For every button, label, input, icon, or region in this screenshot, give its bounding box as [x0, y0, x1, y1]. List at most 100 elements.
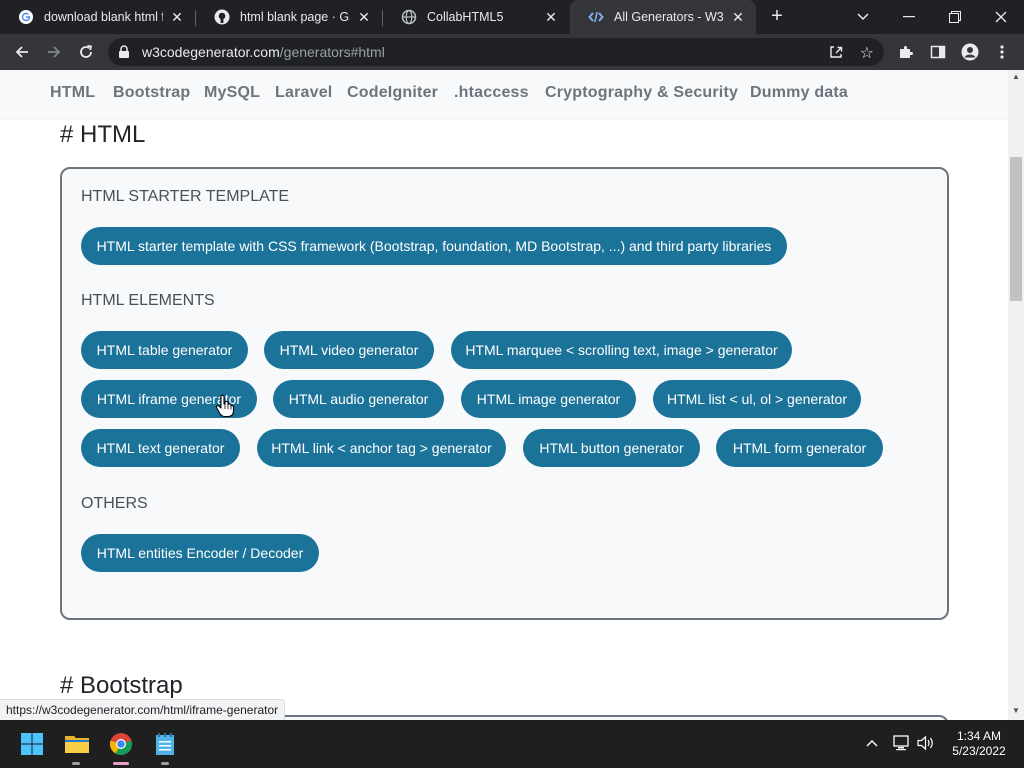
more-vert-icon: [1000, 45, 1004, 59]
restore-icon: [949, 11, 961, 23]
generator-link[interactable]: HTML table generator: [81, 331, 248, 369]
arrow-right-icon: [48, 46, 61, 58]
side-panel-icon: [930, 45, 946, 59]
generator-link[interactable]: HTML image generator: [461, 380, 636, 418]
scroll-up-arrow-icon[interactable]: ▲: [1008, 72, 1024, 82]
close-icon[interactable]: ✕: [730, 9, 746, 25]
browser-tab[interactable]: CollabHTML5 ✕: [383, 0, 569, 34]
browser-tab[interactable]: html blank page · GitHu ✕: [196, 0, 382, 34]
address-url: w3codegenerator.com/generators#html: [142, 44, 385, 60]
nav-link-mysql[interactable]: MySQL: [204, 84, 260, 102]
app-running-indicator: [72, 762, 80, 765]
scrollbar-thumb[interactable]: [1010, 157, 1022, 301]
globe-icon: [401, 9, 417, 25]
tab-title: CollabHTML5: [427, 10, 504, 24]
folder-icon: [65, 736, 89, 753]
section-heading-html: # HTML: [60, 121, 146, 148]
restore-button[interactable]: [932, 0, 978, 34]
group-title-others: OTHERS: [81, 495, 148, 512]
page-viewport: HTML Bootstrap MySQL Laravel CodeIgniter…: [0, 70, 1008, 720]
nav-link-bootstrap[interactable]: Bootstrap: [113, 84, 190, 102]
chevron-up-icon: [866, 740, 878, 747]
app-running-indicator: [161, 762, 169, 765]
google-icon: [18, 9, 34, 25]
page-scrollbar[interactable]: ▲ ▼: [1008, 70, 1024, 720]
close-icon[interactable]: ✕: [543, 9, 559, 25]
notepad-icon: [156, 733, 174, 755]
group-title-starter: HTML STARTER TEMPLATE: [81, 188, 290, 205]
generator-link[interactable]: HTML entities Encoder / Decoder: [81, 534, 319, 572]
reload-button[interactable]: [74, 40, 98, 64]
nav-link-codeigniter[interactable]: CodeIgniter: [347, 84, 438, 102]
notepad-button[interactable]: [149, 728, 181, 760]
generator-link[interactable]: HTML list < ul, ol > generator: [653, 380, 861, 418]
chevron-down-icon: [857, 13, 869, 21]
github-icon: [214, 9, 230, 25]
menu-button[interactable]: [990, 40, 1014, 64]
generator-link[interactable]: HTML starter template with CSS framework…: [81, 227, 787, 265]
profile-icon: [961, 43, 979, 61]
network-icon[interactable]: [893, 735, 911, 754]
address-bar[interactable]: w3codegenerator.com/generators#html ☆: [108, 38, 884, 66]
star-icon[interactable]: ☆: [860, 43, 874, 63]
generator-link[interactable]: HTML video generator: [264, 331, 434, 369]
reload-icon: [80, 44, 93, 58]
nav-link-html[interactable]: HTML: [50, 84, 95, 102]
section-heading-bootstrap: # Bootstrap: [60, 672, 183, 699]
browser-tab[interactable]: download blank html fi ✕: [0, 0, 195, 34]
browser-tab-active[interactable]: All Generators - W3co ✕: [570, 0, 756, 34]
browser-toolbar: w3codegenerator.com/generators#html ☆: [0, 34, 1024, 70]
minimize-icon: [903, 16, 915, 18]
close-icon[interactable]: ✕: [169, 9, 185, 25]
volume-icon[interactable]: [917, 735, 935, 754]
url-path: /generators#html: [279, 44, 385, 60]
extensions-button[interactable]: [894, 40, 918, 64]
nav-link-dummy-data[interactable]: Dummy data: [750, 84, 848, 102]
system-clock[interactable]: 1:34 AM 5/23/2022: [940, 729, 1018, 759]
side-panel-button[interactable]: [926, 40, 950, 64]
file-explorer-button[interactable]: [61, 728, 93, 760]
new-tab-button[interactable]: +: [766, 5, 788, 27]
close-icon[interactable]: ✕: [356, 9, 372, 25]
app-active-indicator: [113, 762, 129, 765]
nav-link-laravel[interactable]: Laravel: [275, 84, 332, 102]
generator-link[interactable]: HTML audio generator: [273, 380, 444, 418]
close-window-button[interactable]: [978, 0, 1024, 34]
browser-tab-strip: download blank html fi ✕ html blank page…: [0, 0, 1024, 34]
start-button[interactable]: [16, 728, 48, 760]
link-status-bubble: https://w3codegenerator.com/html/iframe-…: [0, 699, 286, 721]
generator-link[interactable]: HTML marquee < scrolling text, image > g…: [451, 331, 792, 369]
hand-cursor-icon: [215, 394, 235, 418]
puzzle-icon: [900, 46, 913, 58]
tab-title: html blank page · GitHu: [240, 10, 350, 24]
chrome-icon: [109, 733, 133, 755]
clock-date: 5/23/2022: [952, 744, 1006, 758]
clock-time: 1:34 AM: [956, 729, 1002, 743]
generator-link[interactable]: HTML text generator: [81, 429, 240, 467]
arrow-left-icon: [15, 46, 28, 58]
generator-link[interactable]: HTML button generator: [523, 429, 700, 467]
show-hidden-icons-button[interactable]: [866, 734, 878, 750]
generator-link[interactable]: HTML link < anchor tag > generator: [257, 429, 506, 467]
close-icon: [995, 11, 1007, 23]
profile-button[interactable]: [958, 40, 982, 64]
url-host: w3codegenerator.com: [142, 44, 280, 60]
minimize-button[interactable]: [886, 0, 932, 34]
scroll-down-arrow-icon[interactable]: ▼: [1008, 706, 1024, 716]
tab-title: All Generators - W3co: [614, 10, 724, 24]
site-navbar: HTML Bootstrap MySQL Laravel CodeIgniter…: [0, 70, 1008, 118]
nav-link-cryptography[interactable]: Cryptography & Security: [545, 84, 738, 102]
lock-icon[interactable]: [118, 45, 130, 64]
generator-link[interactable]: HTML form generator: [716, 429, 883, 467]
chrome-taskbar-button[interactable]: [105, 728, 137, 760]
nav-link-htaccess[interactable]: .htaccess: [454, 84, 529, 102]
share-icon[interactable]: [828, 44, 844, 65]
back-button[interactable]: [10, 40, 34, 64]
code-icon: [588, 9, 604, 25]
tab-search-button[interactable]: [840, 0, 886, 34]
group-title-elements: HTML ELEMENTS: [81, 292, 215, 309]
windows-taskbar: 1:34 AM 5/23/2022: [0, 720, 1024, 768]
forward-button[interactable]: [42, 40, 66, 64]
windows-logo-icon: [21, 733, 43, 755]
tab-title: download blank html fi: [44, 10, 163, 24]
